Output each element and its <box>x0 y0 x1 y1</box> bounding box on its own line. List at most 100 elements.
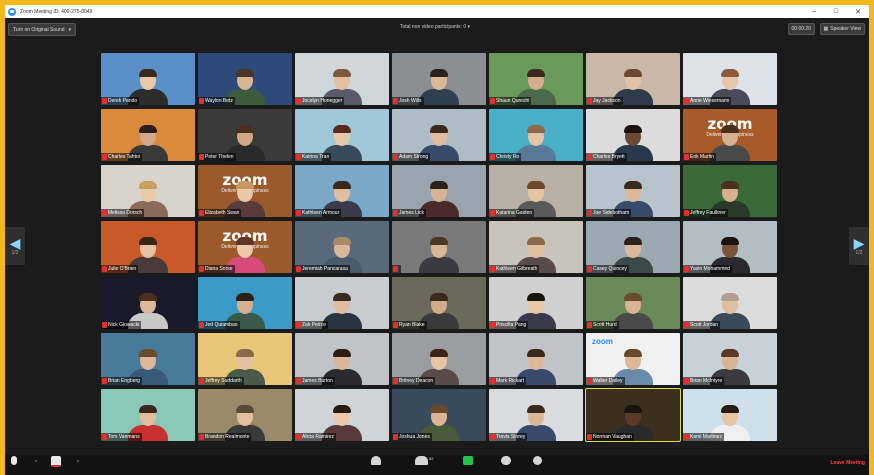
participant-tile[interactable]: Casey Quincey <box>586 221 680 273</box>
muted-microphone-icon <box>587 98 592 104</box>
participant-hair <box>721 181 739 189</box>
participant-tile[interactable]: Adam Strong <box>392 109 486 161</box>
next-page-button[interactable]: ▶ 1/2 <box>849 227 869 265</box>
participant-tile[interactable]: Charles Tahtoi <box>101 109 195 161</box>
participant-tile[interactable]: zoom Delivering Happiness Erik Martin <box>683 109 777 161</box>
participant-tile[interactable]: Shaun Qureshi <box>489 53 583 105</box>
participant-hair <box>139 69 157 77</box>
chat-button[interactable] <box>501 456 511 474</box>
non-video-participants-label[interactable]: Total non video participants: 0 ▾ <box>335 24 535 30</box>
participant-body <box>613 313 653 329</box>
participant-name-bar: Josh Wills <box>392 97 424 105</box>
participant-tile[interactable]: Scott Jordan <box>683 277 777 329</box>
close-icon[interactable]: ✕ <box>847 5 869 18</box>
mute-button[interactable] <box>11 456 17 474</box>
participant-tile[interactable]: Peter Thelen <box>198 109 292 161</box>
participant-tile[interactable]: Charles Bryett <box>586 109 680 161</box>
record-button[interactable] <box>533 456 542 474</box>
participant-tile[interactable]: Melissa Dorsch <box>101 165 195 217</box>
muted-microphone-icon <box>199 266 204 272</box>
participant-name: Norman Vaughan <box>593 434 632 440</box>
participant-tile[interactable]: Yasin Mohammed <box>683 221 777 273</box>
participant-tile[interactable]: Zak Peirce <box>295 277 389 329</box>
participant-tile[interactable]: Ryan Blake <box>392 277 486 329</box>
participant-name-bar: Norman Vaughan <box>586 433 634 441</box>
participant-name: Scott Jordan <box>690 322 719 328</box>
participant-name-bar: Britney Deacon <box>392 377 436 385</box>
participant-tile[interactable]: Mark Rickart <box>489 333 583 385</box>
participant-name: James Burton <box>302 378 333 384</box>
participant-name-bar: Scott Hurd <box>586 321 619 329</box>
participant-tile[interactable]: Joshua Jones <box>392 389 486 441</box>
participant-name: Brian McIntyre <box>690 378 723 384</box>
participant-hair <box>624 69 642 77</box>
original-sound-button[interactable]: Turn on Original Sound ▾ <box>8 23 77 36</box>
participant-tile[interactable]: James Lick <box>392 165 486 217</box>
participant-tile[interactable]: James Burton <box>295 333 389 385</box>
participant-tile[interactable]: Katrina Tran <box>295 109 389 161</box>
participant-tile[interactable]: Christy Ro <box>489 109 583 161</box>
participant-tile[interactable]: Britney Deacon <box>392 333 486 385</box>
participant-tile[interactable]: Julie O'Brien <box>101 221 195 273</box>
participant-hair <box>139 349 157 357</box>
participant-tile[interactable]: Kami Martinez <box>683 389 777 441</box>
video-button[interactable] <box>51 456 61 474</box>
participant-tile[interactable]: Jeremiah Pancarasa <box>295 221 389 273</box>
participant-tile[interactable]: Priscilla Pang <box>489 277 583 329</box>
participant-tile[interactable]: Anne Wiesemann <box>683 53 777 105</box>
participant-tile[interactable]: Tom Vanmans <box>101 389 195 441</box>
participant-tile[interactable]: Alicia Ramirez <box>295 389 389 441</box>
chevron-up-icon[interactable]: ^ <box>77 460 79 466</box>
participant-tile[interactable]: Waylon Betz <box>198 53 292 105</box>
participant-tile[interactable]: Brandon Realmonte <box>198 389 292 441</box>
participant-tile[interactable]: Norman Vaughan <box>585 388 681 442</box>
participant-tile[interactable]: Kathleen Gilbreath <box>489 221 583 273</box>
participant-tile[interactable]: Jed Quiambao <box>198 277 292 329</box>
participant-tile[interactable]: Kathleen Armour <box>295 165 389 217</box>
non-video-participants-text: Total non video participants: 0 <box>399 24 467 30</box>
participant-tile[interactable]: Derek Pando <box>101 53 195 105</box>
participant-tile[interactable]: Nick Glowacki <box>101 277 195 329</box>
participant-hair <box>721 293 739 301</box>
maximize-icon[interactable]: □ <box>825 5 847 18</box>
participant-tile[interactable]: Jocelyn Honegger <box>295 53 389 105</box>
participant-name: Priscilla Pang <box>496 322 527 328</box>
chevron-up-icon[interactable]: ^ <box>35 460 37 466</box>
muted-microphone-icon <box>102 210 107 216</box>
participant-tile[interactable]: Jeffrey Suddarth <box>198 333 292 385</box>
muted-microphone-icon <box>296 266 301 272</box>
participant-name-bar: Mark Rickart <box>489 377 527 385</box>
leave-meeting-button[interactable]: Leave Meeting <box>831 460 865 466</box>
participant-tile[interactable]: zoom Delivering Happiness Elizabeth Swan <box>198 165 292 217</box>
share-screen-button[interactable] <box>463 456 473 474</box>
participant-name: Walter Dailey <box>593 378 623 384</box>
speaker-view-button[interactable]: ▦ Speaker View <box>819 23 865 35</box>
muted-microphone-icon <box>393 98 398 104</box>
previous-page-button[interactable]: ◀ 1/2 <box>5 227 25 265</box>
participant-tile[interactable]: Jay Jackson <box>586 53 680 105</box>
participant-name: Zak Peirce <box>302 322 326 328</box>
participant-name-bar: Melissa Dorsch <box>101 209 145 217</box>
participant-tile[interactable]: Scott Hurd <box>586 277 680 329</box>
participant-tile[interactable]: Travis Storey <box>489 389 583 441</box>
participant-tile[interactable]: Brian McIntyre <box>683 333 777 385</box>
participant-name: Brian Engberg <box>108 378 140 384</box>
participant-video <box>419 233 459 273</box>
invite-button[interactable] <box>371 456 381 474</box>
participant-tile[interactable]: zoom Delivering Happiness Diana Sorse <box>198 221 292 273</box>
participant-name: Jed Quiambao <box>205 322 238 328</box>
manage-participants-button[interactable]: 52 <box>415 456 433 474</box>
minimize-icon[interactable]: – <box>803 5 825 18</box>
participant-tile[interactable]: Brian Engberg <box>101 333 195 385</box>
participant-tile[interactable]: Joe Sidebotham <box>586 165 680 217</box>
participant-hair <box>139 237 157 245</box>
participant-name: Jeffrey Suddarth <box>205 378 242 384</box>
participant-tile[interactable] <box>392 221 486 273</box>
participant-tile[interactable]: Jeffrey Faulkner <box>683 165 777 217</box>
participant-tile[interactable]: zoom Walter Dailey <box>586 333 680 385</box>
participant-tile[interactable]: Josh Wills <box>392 53 486 105</box>
participant-hair <box>527 405 545 413</box>
participant-tile[interactable]: Katarina Gaiden <box>489 165 583 217</box>
participant-hair <box>236 349 254 357</box>
participant-name: James Lick <box>399 210 425 216</box>
